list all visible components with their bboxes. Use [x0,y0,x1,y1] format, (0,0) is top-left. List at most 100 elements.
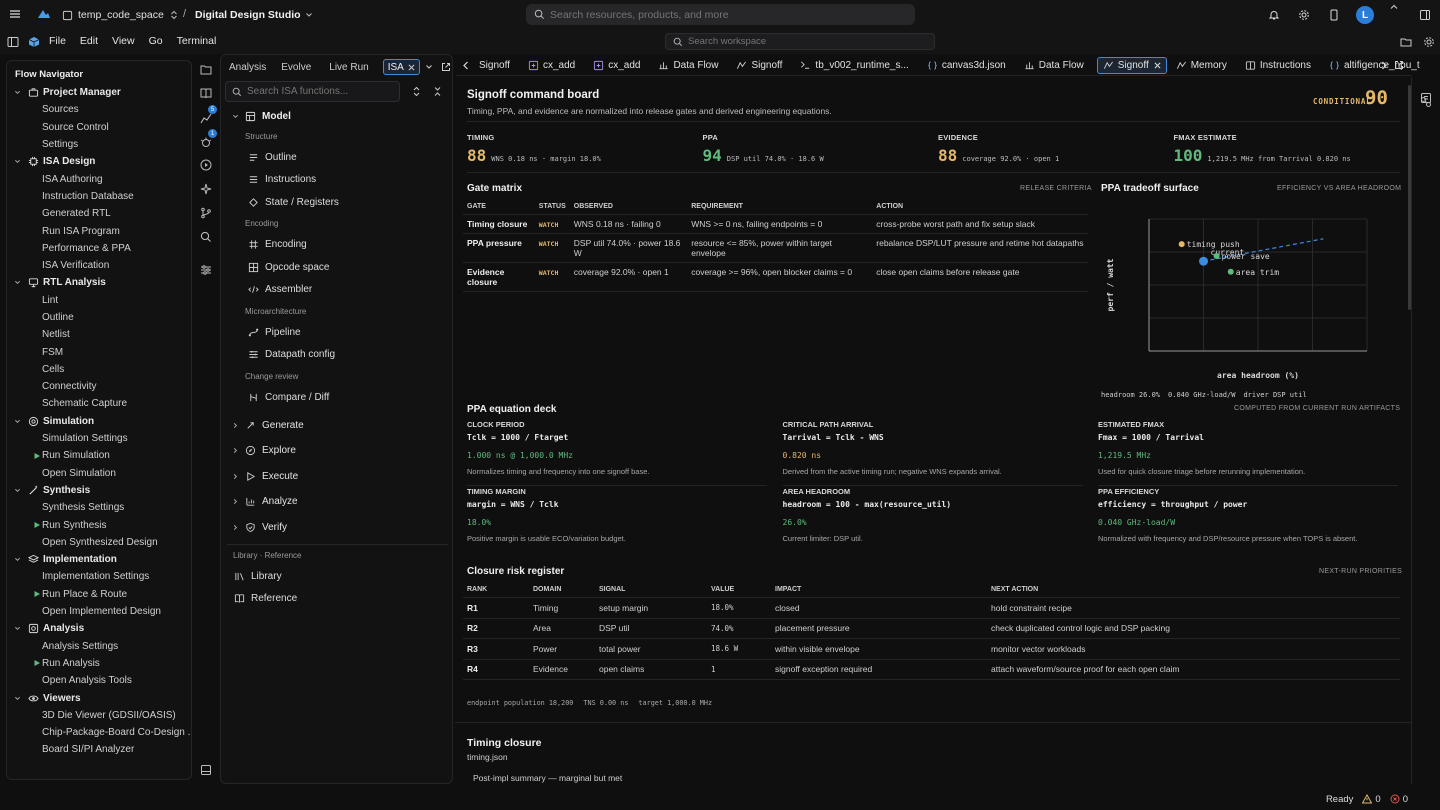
editor-tab-cx-add[interactable]: cx_add [523,57,580,74]
menu-go[interactable]: Go [149,35,163,47]
folder-icon[interactable] [200,64,212,75]
nav-group-project-manager[interactable]: Project Manager [11,84,191,101]
chevron-right-icon[interactable] [229,470,241,482]
scatter-point-area-trim[interactable] [1227,268,1234,275]
chevron-up-icon[interactable] [1389,3,1399,11]
isa-item-pipeline[interactable]: Pipeline [221,321,452,344]
close-icon[interactable] [1154,62,1161,69]
nav-group-isa-design[interactable]: ISA Design [11,153,191,170]
chevron-down-icon[interactable] [11,87,23,99]
panel-right-icon[interactable] [1419,9,1431,21]
nav-group-analysis[interactable]: Analysis [11,620,191,637]
global-search[interactable] [526,4,915,25]
isa-item-encoding[interactable]: Encoding [221,234,452,257]
isa-item-compare-diff[interactable]: Compare / Diff [221,386,452,409]
sidebar-toggle-icon[interactable] [7,36,19,48]
nav-item-fsm[interactable]: FSM [11,343,191,360]
nav-group-implementation[interactable]: Implementation [11,551,191,568]
chevron-down-icon[interactable] [11,277,23,289]
chevron-right-icon[interactable] [229,419,241,431]
nav-item-instruction-database[interactable]: Instruction Database [11,188,191,205]
nav-item-synthesis-settings[interactable]: Synthesis Settings [11,499,191,516]
chevron-right-icon[interactable] [229,445,241,457]
git-branch-icon[interactable] [200,207,212,219]
editor-tab-data-flow[interactable]: Data Flow [653,57,723,74]
isa-group-explore[interactable]: Explore [221,438,452,464]
editor-tab-signoff[interactable]: Signoff [474,57,515,74]
warning-icon[interactable] [1362,794,1373,804]
nav-item-run-place-route[interactable]: Run Place & Route [11,586,191,603]
avatar[interactable]: L [1356,6,1374,24]
menu-file[interactable]: File [49,35,66,47]
gear-icon[interactable] [1423,36,1435,48]
tab-live-run[interactable]: Live Run [329,56,368,78]
editor-tab-signoff[interactable]: Signoff [731,57,787,74]
nav-item-lint[interactable]: Lint [11,292,191,309]
chevron-down-icon[interactable] [425,63,433,71]
nav-item-run-analysis[interactable]: Run Analysis [11,655,191,672]
nav-item-cells[interactable]: Cells [11,361,191,378]
nav-group-simulation[interactable]: Simulation [11,413,191,430]
chevron-down-icon[interactable] [11,623,23,635]
isa-model-group[interactable]: Model [221,106,452,126]
editor-tab-instructions[interactable]: Instructions [1240,57,1316,74]
editor-tab-canvas3d-json[interactable]: canvas3d.json [922,57,1011,74]
isa-item-instructions[interactable]: Instructions [221,169,452,192]
tab-evolve[interactable]: Evolve [281,56,311,78]
nav-item-3d-die-viewer-gdsii-oasis[interactable]: 3D Die Viewer (GDSII/OASIS) [11,707,191,724]
nav-item-outline[interactable]: Outline [11,309,191,326]
nav-item-open-implemented-design[interactable]: Open Implemented Design [11,603,191,620]
nav-item-run-isa-program[interactable]: Run ISA Program [11,222,191,239]
workspace-search-input[interactable] [688,36,918,47]
project-selector[interactable]: Digital Design Studio [195,9,313,21]
nav-item-schematic-capture[interactable]: Schematic Capture [11,395,191,412]
nav-group-viewers[interactable]: Viewers [11,689,191,706]
library-item-library[interactable]: Library [221,565,452,588]
search-icon[interactable] [200,231,212,243]
workspace-search[interactable] [665,33,935,50]
chevron-left-icon[interactable] [462,61,470,70]
device-icon[interactable] [1328,9,1340,21]
isa-item-assembler[interactable]: Assembler [221,279,452,302]
nav-item-connectivity[interactable]: Connectivity [11,378,191,395]
chevron-down-icon[interactable] [11,156,23,168]
nav-item-simulation-settings[interactable]: Simulation Settings [11,430,191,447]
collapse-all-icon[interactable] [433,86,442,97]
workspace-selector[interactable]: temp_code_space [62,9,178,21]
error-icon[interactable] [1390,794,1400,804]
nav-item-performance-ppa[interactable]: Performance & PPA [11,240,191,257]
editor-tab-cx-add[interactable]: cx_add [588,57,645,74]
nav-item-run-simulation[interactable]: Run Simulation [11,447,191,464]
isa-group-generate[interactable]: Generate [221,413,452,439]
isa-item-opcode-space[interactable]: Opcode space [221,256,452,279]
nav-item-sources[interactable]: Sources [11,101,191,118]
isa-search-input[interactable] [247,86,397,97]
chevron-right-icon[interactable] [229,496,241,508]
chevron-down-icon[interactable] [11,554,23,566]
scatter-point-power-save[interactable] [1213,252,1220,259]
isa-item-outline[interactable]: Outline [221,146,452,169]
folder-settings-icon[interactable] [1400,36,1413,48]
nav-item-chip-package-board-co-design[interactable]: Chip-Package-Board Co-Design ... [11,724,191,741]
menu-view[interactable]: View [112,35,135,47]
nav-item-open-synthesized-design[interactable]: Open Synthesized Design [11,534,191,551]
scrollbar-thumb[interactable] [1408,85,1411,310]
chevron-down-icon[interactable] [11,692,23,704]
bell-icon[interactable] [1268,9,1280,21]
external-link-icon[interactable] [1394,60,1404,70]
isa-group-execute[interactable]: Execute [221,464,452,490]
panel-bottom-icon[interactable] [200,764,212,776]
nav-item-implementation-settings[interactable]: Implementation Settings [11,568,191,585]
isa-group-analyze[interactable]: Analyze [221,489,452,515]
chevron-down-icon[interactable] [11,415,23,427]
nav-item-generated-rtl[interactable]: Generated RTL [11,205,191,222]
nav-group-synthesis[interactable]: Synthesis [11,482,191,499]
scatter-point-timing-push[interactable] [1178,241,1185,248]
close-icon[interactable] [408,64,415,71]
nav-item-settings[interactable]: Settings [11,136,191,153]
play-circle-icon[interactable] [200,159,212,171]
gear-icon[interactable] [1298,9,1310,21]
nav-item-isa-authoring[interactable]: ISA Authoring [11,170,191,187]
nav-item-open-simulation[interactable]: Open Simulation [11,465,191,482]
sparkle-icon[interactable] [200,183,212,195]
